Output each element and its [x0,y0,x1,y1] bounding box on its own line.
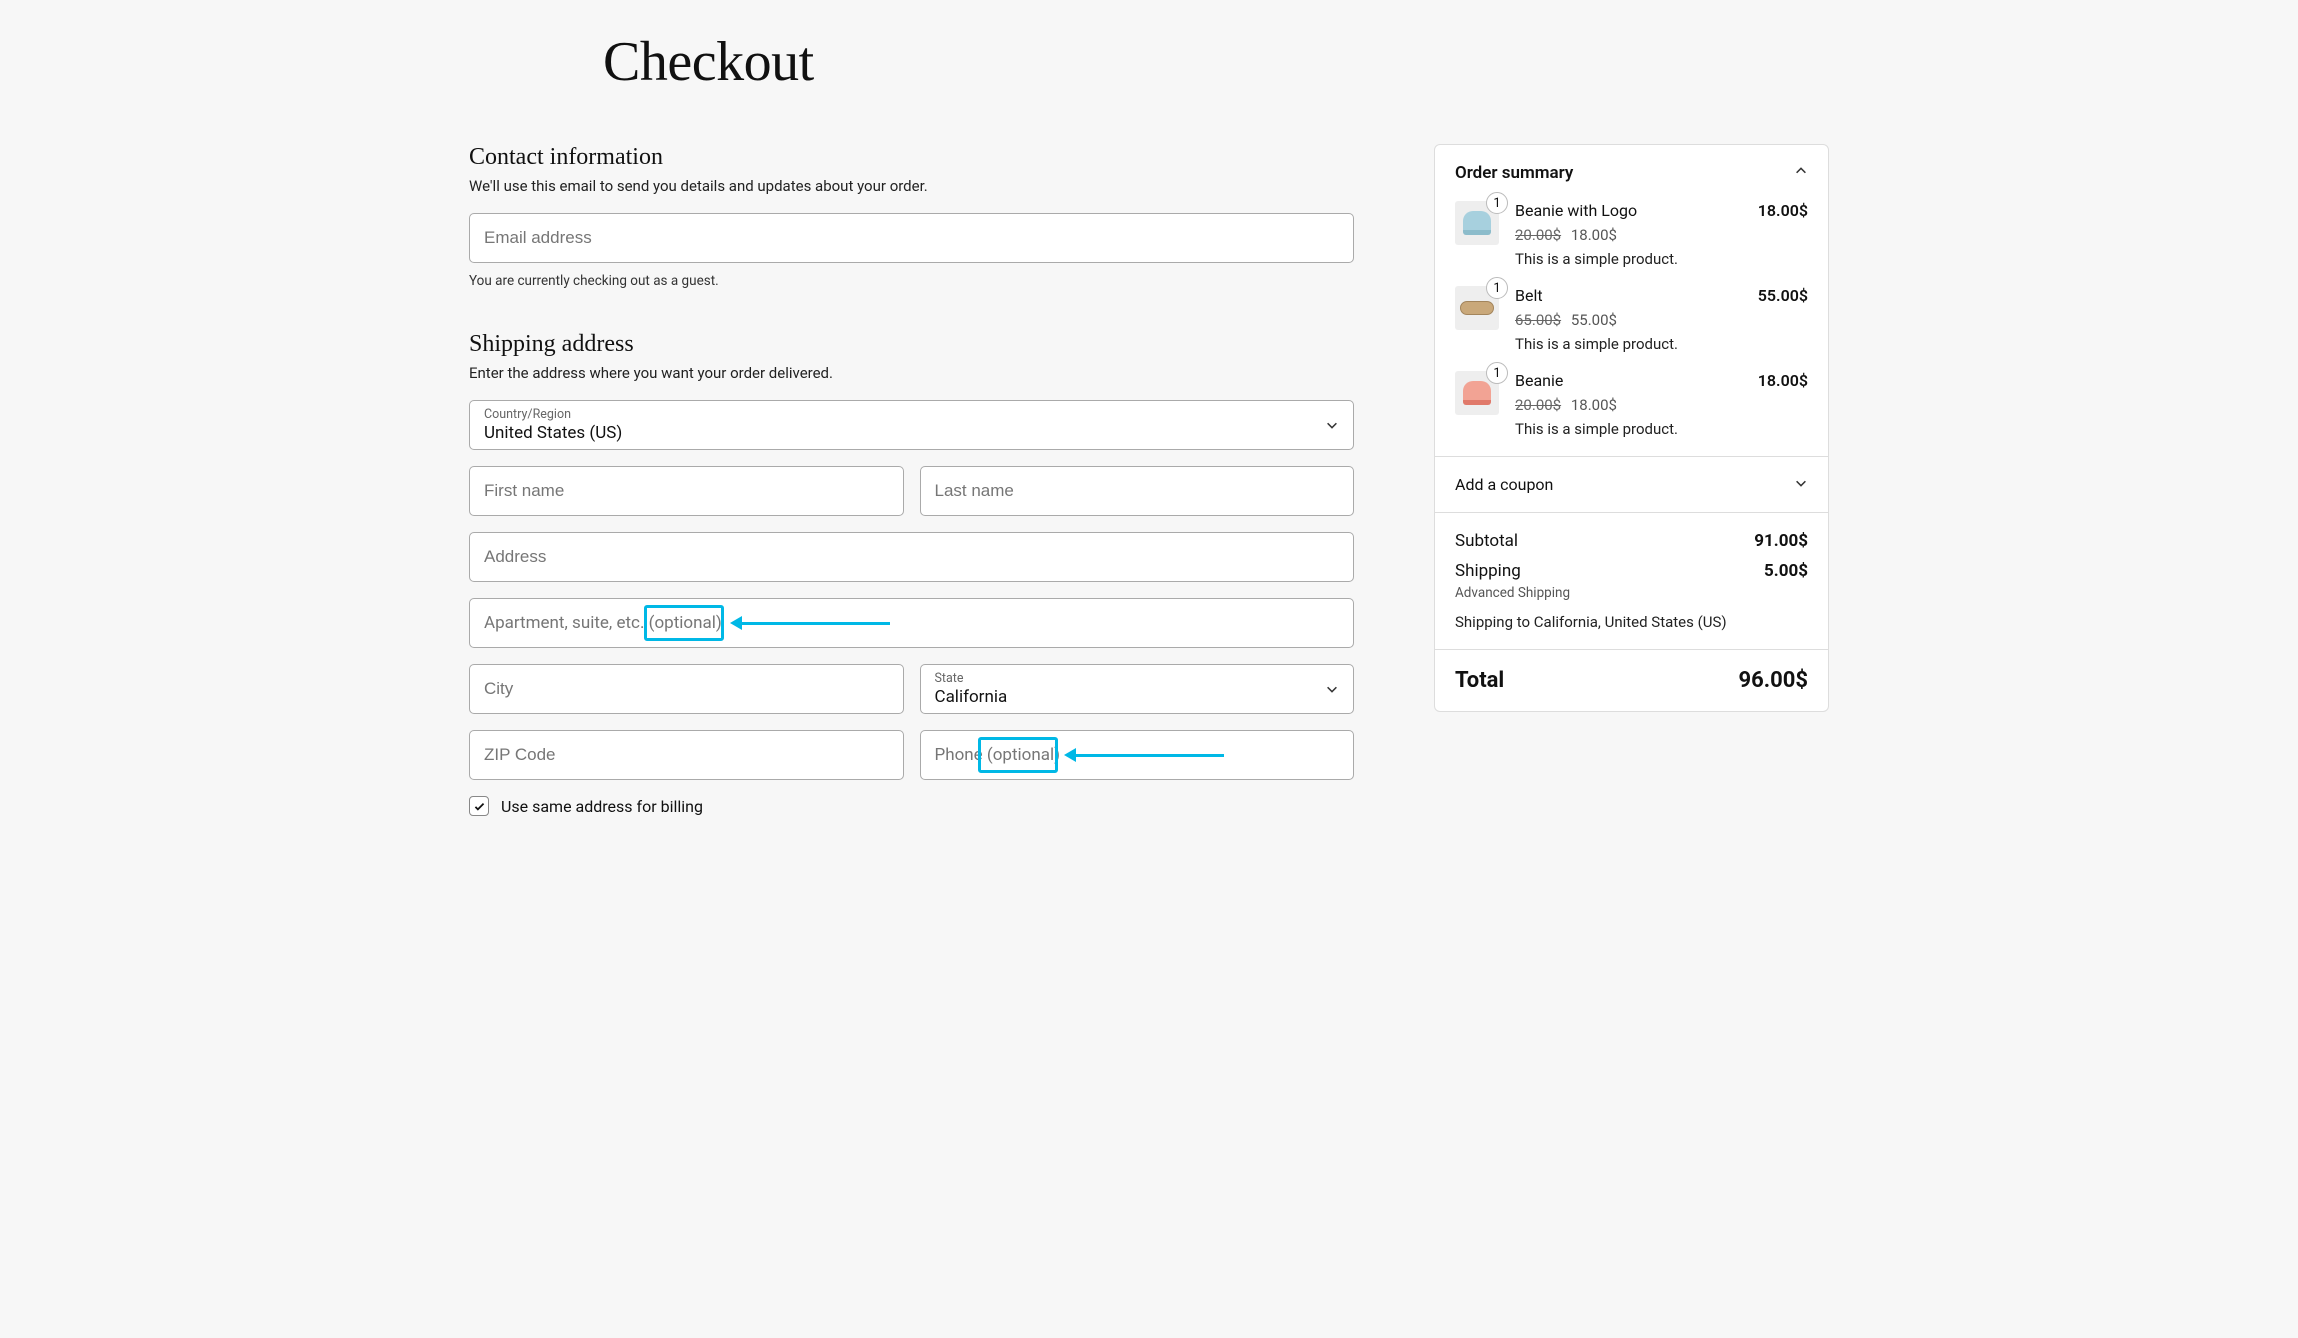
item-sale-price: 18.00$ [1571,396,1617,414]
item-price: 18.00$ [1758,371,1808,390]
same-billing-checkbox[interactable] [469,796,489,816]
shipping-method: Advanced Shipping [1455,585,1808,601]
zip-field[interactable] [470,731,903,779]
apartment-field[interactable] [470,599,1353,647]
last-name-field[interactable] [921,467,1354,515]
state-value: California [921,665,1354,713]
item-name: Beanie [1515,371,1563,390]
item-original-price: 20.00$ [1515,396,1561,414]
cart-item: 1 Beanie with Logo 18.00$ 20.00$ 18.00$ … [1455,201,1808,268]
subtotal-value: 91.00$ [1754,531,1808,551]
item-sale-price: 18.00$ [1571,226,1617,244]
total-label: Total [1455,668,1504,693]
coupon-toggle[interactable]: Add a coupon [1455,475,1808,494]
phone-field[interactable] [921,731,1354,779]
shipping-to: Shipping to California, United States (U… [1455,613,1808,631]
contact-section: Contact information We'll use this email… [469,144,1354,289]
item-description: This is a simple product. [1515,335,1808,353]
email-field[interactable] [470,214,1353,262]
cart-item: 1 Belt 55.00$ 65.00$ 55.00$ This is a si… [1455,286,1808,353]
shipping-subtitle: Enter the address where you want your or… [469,364,1354,382]
first-name-field[interactable] [470,467,903,515]
contact-subtitle: We'll use this email to send you details… [469,177,1354,195]
qty-badge: 1 [1486,362,1508,384]
apartment-field-wrapper: Apartment, suite, etc. (optional) [469,598,1354,648]
shipping-section: Shipping address Enter the address where… [469,331,1354,816]
same-billing-label: Use same address for billing [501,797,703,816]
contact-title: Contact information [469,144,1354,171]
chevron-up-icon [1794,163,1808,183]
order-summary-toggle[interactable]: Order summary [1455,163,1808,183]
shipping-title: Shipping address [469,331,1354,358]
shipping-value: 5.00$ [1764,561,1808,581]
city-field[interactable] [470,665,903,713]
chevron-down-icon [1794,475,1808,494]
guest-note: You are currently checking out as a gues… [469,273,1354,289]
cart-items: 1 Beanie with Logo 18.00$ 20.00$ 18.00$ … [1455,201,1808,438]
order-summary-panel: Order summary 1 Beanie with Logo 18.00$ … [1434,144,1829,712]
page-title: Checkout [603,30,1829,94]
qty-badge: 1 [1486,192,1508,214]
subtotal-label: Subtotal [1455,531,1518,551]
country-select[interactable]: Country/Region United States (US) [469,400,1354,450]
item-name: Beanie with Logo [1515,201,1637,220]
phone-field-wrapper: Phone (optional) [920,730,1355,780]
cart-item: 1 Beanie 18.00$ 20.00$ 18.00$ This is a … [1455,371,1808,438]
item-price: 18.00$ [1758,201,1808,220]
item-name: Belt [1515,286,1543,305]
coupon-label: Add a coupon [1455,475,1553,494]
total-value: 96.00$ [1739,668,1809,693]
qty-badge: 1 [1486,277,1508,299]
item-sale-price: 55.00$ [1571,311,1617,329]
item-description: This is a simple product. [1515,250,1808,268]
order-summary-title: Order summary [1455,163,1573,183]
address-field[interactable] [470,533,1353,581]
item-original-price: 65.00$ [1515,311,1561,329]
shipping-label: Shipping [1455,561,1521,581]
country-value: United States (US) [470,401,1353,449]
item-price: 55.00$ [1758,286,1808,305]
state-select[interactable]: State California [920,664,1355,714]
item-original-price: 20.00$ [1515,226,1561,244]
item-description: This is a simple product. [1515,420,1808,438]
